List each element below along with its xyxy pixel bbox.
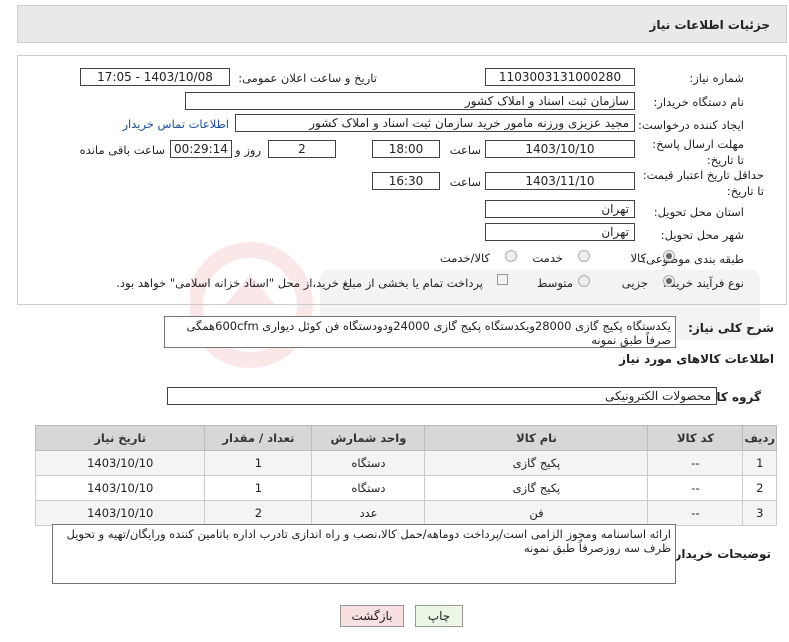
col-item-code: کد کالا: [647, 425, 744, 451]
cell-quantity: 1: [204, 450, 313, 476]
back-button[interactable]: بازگشت: [340, 605, 404, 627]
goods-section-title: اطلاعات کالاهای مورد نیاز: [619, 352, 774, 366]
print-button[interactable]: چاپ: [415, 605, 463, 627]
category-option-service: خدمت: [532, 251, 563, 265]
table-row: 2 -- پکیج گازی دستگاه 1 1403/10/10: [34, 475, 777, 501]
process-option-minor: جزیی: [621, 276, 648, 290]
requester-field: مجید عزیزی ورزنه مامور خرید سازمان ثبت ا…: [235, 114, 635, 132]
goods-table: ردیف کد کالا نام کالا واحد شمارش تعداد /…: [34, 425, 777, 526]
price-validity-time-label: ساعت: [449, 175, 481, 189]
buyer-notes-label: توضیحات خریدار:: [669, 547, 771, 561]
cell-item-name: پکیج گازی: [424, 450, 649, 476]
remaining-label: ساعت باقی مانده: [79, 143, 165, 157]
announce-datetime-field: 1403/10/08 - 17:05: [80, 68, 230, 86]
col-need-date: تاریخ نیاز: [34, 425, 206, 451]
buyer-org-label: نام دستگاه خریدار:: [653, 95, 744, 109]
delivery-city-field: تهران: [485, 223, 635, 241]
remaining-time-field: 00:29:14: [170, 140, 232, 158]
cell-item-name: فن: [424, 500, 649, 526]
summary-textarea: یکدستگاه پکیج گازی 28000ویکدستگاه پکیج گ…: [164, 316, 676, 348]
need-number-field: 1103003131000280: [485, 68, 635, 86]
cell-need-date: 1403/10/10: [34, 475, 206, 501]
table-row: 3 -- فن عدد 2 1403/10/10: [34, 500, 777, 526]
process-radio-minor[interactable]: [663, 275, 675, 287]
price-validity-date-field: 1403/11/10: [485, 172, 635, 190]
cell-row-number: 2: [742, 475, 777, 501]
reply-time-label: ساعت: [449, 143, 481, 157]
cell-unit: دستگاه: [311, 450, 426, 476]
cell-item-code: --: [647, 475, 744, 501]
buyer-contact-link[interactable]: اطلاعات تماس خریدار: [122, 117, 229, 131]
buyer-org-field: سازمان ثبت اسناد و املاک کشور: [185, 92, 635, 110]
cell-item-code: --: [647, 500, 744, 526]
buyer-notes-textarea: ارائه اساسنامه ومجوز الزامی است/پرداخت د…: [52, 524, 676, 584]
category-radio-service[interactable]: [578, 250, 590, 262]
page-header: جزئیات اطلاعات نیاز: [17, 5, 787, 43]
cell-item-code: --: [647, 450, 744, 476]
reply-date-field: 1403/10/10: [485, 140, 635, 158]
cell-unit: دستگاه: [311, 475, 426, 501]
category-option-goods: کالا: [630, 251, 646, 265]
delivery-province-label: استان محل تحویل:: [653, 205, 744, 219]
delivery-city-label: شهر محل تحویل:: [660, 228, 744, 242]
col-unit: واحد شمارش: [311, 425, 426, 451]
price-validity-label: حداقل تاریخ اعتبار قیمت: تا تاریخ:: [642, 168, 764, 198]
requester-label: ایجاد کننده درخواست:: [638, 118, 744, 132]
purchase-process-label: نوع فرآیند خرید :: [662, 276, 744, 290]
cell-item-name: پکیج گازی: [424, 475, 649, 501]
cell-unit: عدد: [311, 500, 426, 526]
category-radio-goods[interactable]: [663, 250, 675, 262]
goods-group-field: محصولات الکترونیکی: [167, 387, 717, 405]
col-row-number: ردیف: [742, 425, 777, 451]
price-validity-time-field: 16:30: [372, 172, 440, 190]
table-header-row: ردیف کد کالا نام کالا واحد شمارش تعداد /…: [34, 425, 777, 451]
treasury-checkbox[interactable]: [497, 274, 508, 285]
category-option-goods-service: کالا/خدمت: [439, 251, 490, 265]
delivery-province-field: تهران: [485, 200, 635, 218]
category-radio-goods-service[interactable]: [505, 250, 517, 262]
reply-deadline-label: مهلت ارسال پاسخ: تا تاریخ:: [652, 137, 744, 167]
days-label: روز و: [235, 143, 261, 157]
reply-time-field: 18:00: [372, 140, 440, 158]
reply-days-field: 2: [268, 140, 336, 158]
cell-quantity: 1: [204, 475, 313, 501]
announce-datetime-label: تاریخ و ساعت اعلان عمومی:: [238, 71, 377, 85]
process-radio-medium[interactable]: [578, 275, 590, 287]
need-number-label: شماره نیاز:: [689, 71, 744, 85]
cell-need-date: 1403/10/10: [34, 500, 206, 526]
cell-need-date: 1403/10/10: [34, 450, 206, 476]
cell-row-number: 1: [742, 450, 777, 476]
cell-quantity: 2: [204, 500, 313, 526]
process-option-medium: متوسط: [536, 276, 573, 290]
col-item-name: نام کالا: [424, 425, 649, 451]
summary-label: شرح کلی نیاز:: [688, 321, 774, 335]
table-row: 1 -- پکیج گازی دستگاه 1 1403/10/10: [34, 450, 777, 476]
col-quantity: تعداد / مقدار: [204, 425, 313, 451]
cell-row-number: 3: [742, 500, 777, 526]
treasury-note: پرداخت تمام یا بخشی از مبلغ خرید،از محل …: [116, 276, 483, 290]
category-label: طبقه بندی موضوعی:: [642, 252, 744, 266]
page-title: جزئیات اطلاعات نیاز: [649, 18, 770, 32]
